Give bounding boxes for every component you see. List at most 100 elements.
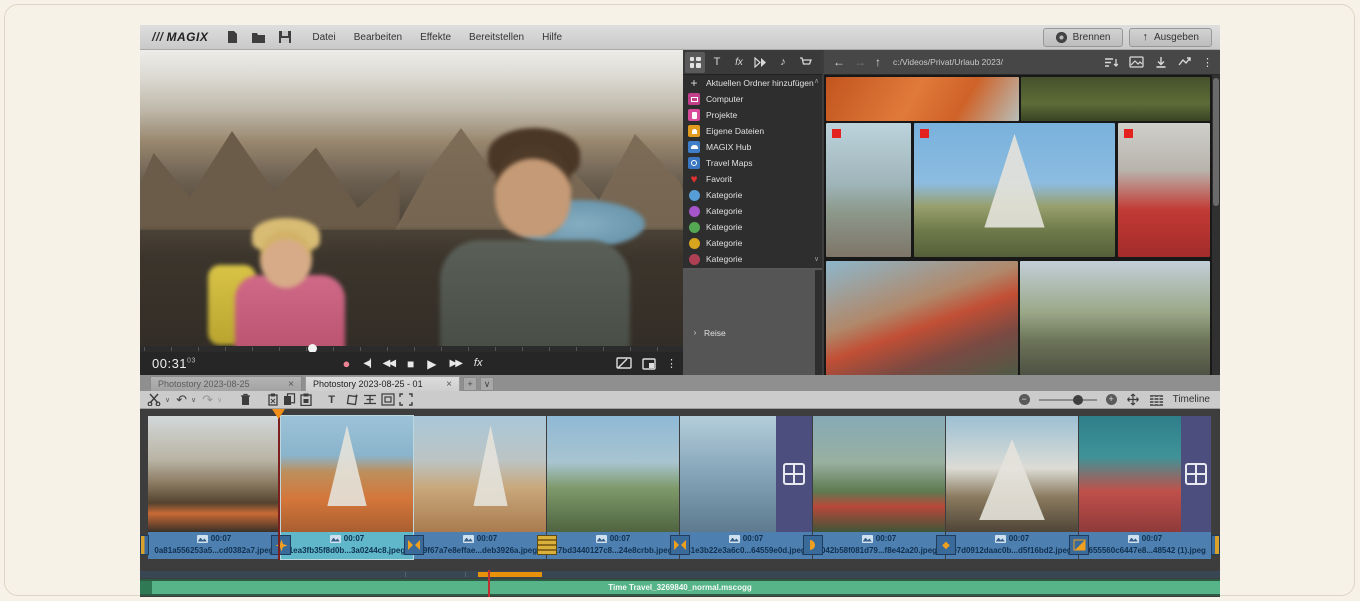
browser-thumbnail[interactable] [1020, 261, 1210, 375]
timeline-mode-label[interactable]: Timeline [1173, 394, 1210, 405]
timeline-clip-6[interactable]: 00:07 042b58f081d79...f8e42a20.jpeg [813, 416, 945, 559]
timeline-area[interactable]: 00:07 0a81a556253a5...cd0382a7.jpeg 00:0… [140, 409, 1220, 597]
new-project-icon[interactable] [226, 30, 239, 44]
back-icon[interactable]: ← [833, 55, 845, 69]
title-tool-icon[interactable]: T [328, 394, 335, 406]
cut-clipboard-icon[interactable] [267, 393, 279, 407]
new-tab-button[interactable]: + [463, 377, 477, 391]
tree-travel-maps[interactable]: Travel Maps [683, 155, 822, 171]
pool-scrollbar[interactable]: ∧ ∨ [812, 77, 821, 266]
video-preview[interactable] [140, 50, 685, 346]
timeline-scrollbar[interactable] [140, 571, 1220, 578]
tree-eigene-dateien[interactable]: Eigene Dateien [683, 123, 822, 139]
browser-thumbnail[interactable] [826, 77, 1019, 121]
record-button[interactable]: ● [343, 357, 351, 370]
cut-dropdown-icon[interactable]: ∨ [165, 396, 170, 404]
transition-page-fold-icon[interactable] [1069, 535, 1089, 555]
crop-frame-icon[interactable] [381, 393, 395, 407]
effects-tab-button[interactable]: fx [729, 52, 749, 73]
cut-mode-icon[interactable] [147, 393, 161, 407]
transition-star-icon[interactable] [271, 535, 291, 555]
scroll-up-icon[interactable]: ∧ [812, 77, 821, 86]
timeline-clip-3[interactable]: 00:07 9f67a7e8effae...deb3926a.jpeg [414, 416, 546, 559]
browser-thumbnail[interactable] [914, 123, 1115, 257]
zoom-in-button[interactable]: + [1106, 394, 1117, 405]
redo-icon[interactable]: ↷ [202, 392, 213, 408]
transition-start-handle[interactable] [140, 535, 149, 555]
save-icon[interactable] [278, 30, 292, 44]
view-mode-icon[interactable] [1129, 55, 1144, 69]
fit-resize-icon[interactable] [399, 393, 413, 407]
copy-icon[interactable] [283, 393, 296, 407]
breadcrumb-path[interactable]: c:/Videos/Privat/Urlaub 2023/ [893, 57, 1003, 67]
burn-button[interactable]: Brennen [1043, 28, 1124, 47]
folder-reise[interactable]: › Reise [683, 270, 815, 375]
transition-iris-icon[interactable] [803, 535, 823, 555]
preview-more-menu-icon[interactable]: ⋮ [666, 357, 677, 370]
timeline-clip-2-selected[interactable]: 00:07 1ea3fb35f8d0b...3a0244c8.jpeg [281, 416, 413, 559]
titles-tab-button[interactable]: T [707, 52, 727, 73]
tree-projekte[interactable]: Projekte [683, 107, 822, 123]
project-tab-inactive[interactable]: Photostory 2023-08-25 × [150, 376, 302, 391]
cast-icon[interactable] [616, 357, 632, 371]
undo-dropdown-icon[interactable]: ∨ [191, 396, 196, 404]
media-tab-button[interactable] [685, 52, 705, 73]
skip-to-start-button[interactable]: ◀| [363, 359, 369, 369]
audio-tab-button[interactable]: ♪ [773, 52, 793, 73]
tree-kategorie-yellow[interactable]: Kategorie [683, 235, 822, 251]
audio-track-clip[interactable]: Time Travel_3269840_normal.mscogg [140, 579, 1220, 596]
scroll-down-icon[interactable]: ∨ [812, 255, 821, 264]
play-button[interactable]: ▶ [427, 358, 436, 370]
browser-scrollbar[interactable] [1212, 75, 1220, 375]
tree-kategorie-blue[interactable]: Kategorie [683, 187, 822, 203]
transitions-tab-button[interactable] [751, 52, 771, 73]
transition-crossfade-icon[interactable] [404, 535, 424, 555]
tree-magix-hub[interactable]: MAGIX Hub [683, 139, 822, 155]
open-folder-icon[interactable] [251, 30, 266, 44]
tree-add-current-folder[interactable]: + Aktuellen Ordner hinzufügen [683, 75, 822, 91]
export-button[interactable]: ↑ Ausgeben [1129, 28, 1212, 47]
forward-icon[interactable]: → [854, 55, 866, 69]
menu-datei[interactable]: Datei [312, 32, 335, 43]
fast-forward-button[interactable]: ▶▶ [450, 359, 461, 369]
zoom-out-button[interactable]: − [1019, 394, 1030, 405]
timeline-mode-icon[interactable] [1149, 393, 1164, 407]
fullscreen-icon[interactable] [642, 357, 656, 371]
keyframe-curve-icon[interactable] [363, 393, 377, 407]
browser-thumbnail[interactable] [826, 123, 911, 257]
tree-kategorie-purple[interactable]: Kategorie [683, 203, 822, 219]
close-tab-icon[interactable]: × [446, 379, 452, 390]
tree-kategorie-green[interactable]: Kategorie [683, 219, 822, 235]
timeline-clip-7[interactable]: 00:07 97d0912daac0b...d5f16bd2.jpeg [946, 416, 1078, 559]
transition-stripes-icon[interactable] [537, 535, 557, 555]
menu-bereitstellen[interactable]: Bereitstellen [469, 32, 524, 43]
menu-effekte[interactable]: Effekte [420, 32, 451, 43]
rewind-button[interactable]: ◀◀ [383, 359, 394, 369]
rotate-icon[interactable] [345, 393, 359, 407]
close-tab-icon[interactable]: × [288, 379, 294, 390]
audio-clip-handle[interactable] [140, 581, 152, 594]
store-tab-button[interactable] [795, 52, 815, 73]
delete-icon[interactable] [240, 393, 251, 407]
sync-icon[interactable] [1178, 55, 1191, 69]
browser-thumbnail[interactable] [1021, 77, 1210, 121]
menu-bearbeiten[interactable]: Bearbeiten [354, 32, 402, 43]
browser-thumbnail[interactable] [1118, 123, 1210, 257]
timeline-clip-4[interactable]: 00:07 17bd3440127c8...24e8crbb.jpeg [547, 416, 679, 559]
transition-end-handle[interactable] [1211, 535, 1220, 555]
timeline-clip-1[interactable]: 00:07 0a81a556253a5...cd0382a7.jpeg [148, 416, 280, 559]
browser-more-menu-icon[interactable]: ⋮ [1202, 56, 1213, 69]
transition-diamond-icon[interactable]: ◆ [936, 535, 956, 555]
fx-button[interactable]: fx [474, 358, 483, 369]
expand-icon[interactable]: › [691, 328, 699, 337]
tab-list-dropdown-icon[interactable]: ∨ [480, 377, 494, 391]
transition-crossfade-icon[interactable] [670, 535, 690, 555]
tree-computer[interactable]: Computer [683, 91, 822, 107]
undo-icon[interactable]: ↶ [176, 392, 187, 408]
timeline-clip-5[interactable]: 00:07 41e3b22e3a6c0...64559e0d.jpeg [680, 416, 812, 559]
menu-hilfe[interactable]: Hilfe [542, 32, 562, 43]
zoom-slider-knob[interactable] [1073, 395, 1083, 405]
timeline-clip-8[interactable]: 00:07 0655560c6447e8...48542 (1).jpeg [1079, 416, 1211, 559]
up-folder-icon[interactable]: ↑ [875, 55, 881, 69]
stop-button[interactable]: ■ [407, 358, 414, 370]
